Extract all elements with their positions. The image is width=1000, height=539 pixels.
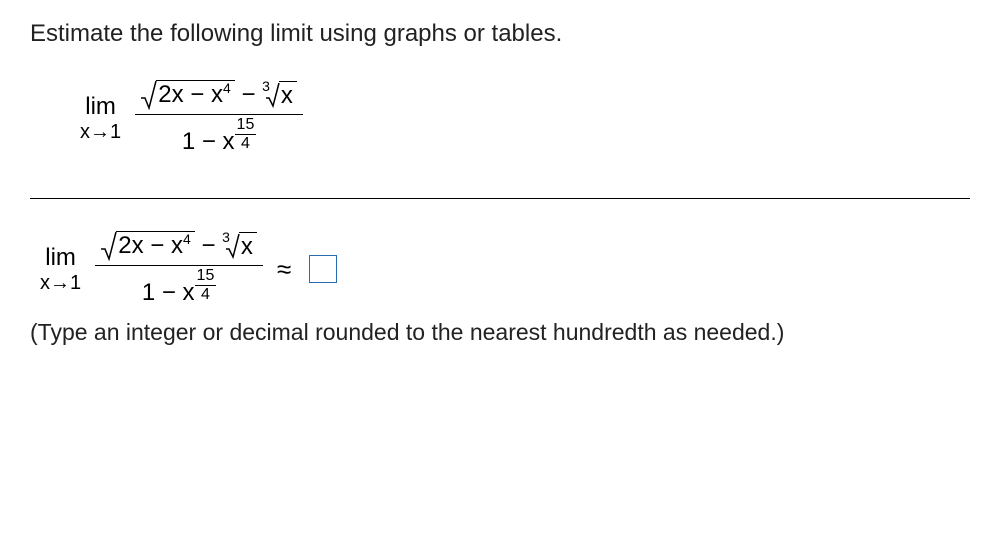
small-fraction: 154 [235, 117, 257, 152]
denominator: 1 − x154 [135, 117, 303, 158]
radical-icon [266, 82, 280, 108]
fraction-bar [135, 114, 303, 115]
lim-approach: x→1 [80, 121, 121, 144]
lim-label: lim [80, 93, 121, 121]
square-root: 2x − x4 [101, 231, 195, 261]
instruction-text: Estimate the following limit using graph… [30, 20, 970, 48]
exp-4: 4 [183, 231, 191, 247]
sqrt-radicand: 2x − x4 [156, 80, 235, 110]
numerator: 2x − x4 − 3 x [135, 78, 303, 112]
sqrt-radicand: 2x − x4 [116, 231, 195, 261]
lim-approach: x→1 [40, 272, 81, 295]
cube-root: 3 x [262, 81, 297, 110]
term-x: x [223, 128, 235, 155]
cube-root: 3 x [222, 232, 257, 261]
cbrt-radicand: x [239, 232, 257, 261]
minus-sign: − [241, 81, 255, 108]
approach-val: 1 [110, 121, 121, 143]
arrow-icon: → [50, 272, 70, 294]
lim-label: lim [40, 244, 81, 272]
term-x: x [211, 81, 223, 108]
small-fraction: 154 [195, 268, 217, 303]
minus-sign: − [162, 279, 176, 306]
limit-expression-answer-row: lim x→1 2x − x4 [40, 229, 970, 309]
answer-input[interactable] [309, 255, 337, 283]
exp-4: 4 [223, 80, 231, 96]
minus-sign: − [150, 232, 164, 259]
exp-num: 15 [195, 268, 217, 284]
minus-sign: − [190, 81, 204, 108]
exp-15-4: 154 [195, 278, 217, 294]
numerator: 2x − x4 − 3 x [95, 229, 263, 263]
radical-icon [226, 233, 240, 259]
term-2x: 2x [158, 81, 183, 108]
cbrt-radicand: x [279, 81, 297, 110]
fraction-bar [95, 265, 263, 266]
exp-den: 4 [195, 287, 217, 303]
section-divider [30, 198, 970, 199]
approach-val: 1 [70, 272, 81, 294]
arrow-icon: → [90, 121, 110, 143]
approach-var: x [80, 121, 90, 143]
radical-icon [101, 231, 117, 261]
main-fraction: 2x − x4 − 3 x [135, 78, 303, 158]
square-root: 2x − x4 [141, 80, 235, 110]
exp-num: 15 [235, 117, 257, 133]
exp-den: 4 [235, 136, 257, 152]
term-1: 1 [182, 128, 195, 155]
term-1: 1 [142, 279, 155, 306]
term-x: x [183, 279, 195, 306]
lim-block: lim x→1 [40, 244, 81, 295]
minus-sign: − [201, 232, 215, 259]
radical-icon [141, 80, 157, 110]
limit-expression-display: lim x→1 2x − x4 [80, 78, 970, 158]
denominator: 1 − x154 [95, 268, 263, 309]
lim-block: lim x→1 [80, 93, 121, 144]
hint-text: (Type an integer or decimal rounded to t… [30, 319, 970, 346]
term-2x: 2x [118, 232, 143, 259]
exp-15-4: 154 [235, 127, 257, 143]
minus-sign: − [202, 128, 216, 155]
term-x: x [171, 232, 183, 259]
main-fraction: 2x − x4 − 3 x 1 [95, 229, 263, 309]
approach-var: x [40, 272, 50, 294]
approx-symbol: ≈ [277, 254, 291, 284]
